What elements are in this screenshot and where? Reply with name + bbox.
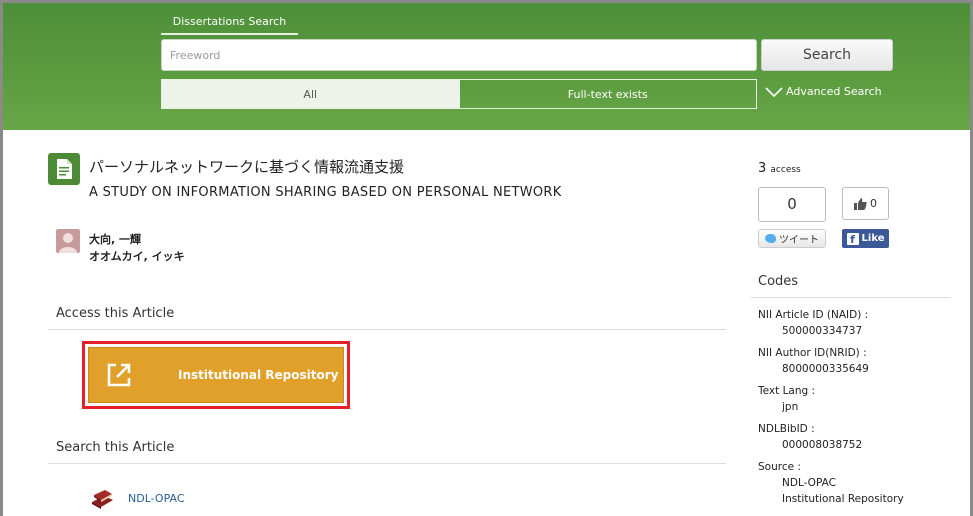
search-section-title: Search this Article bbox=[56, 440, 175, 455]
facebook-icon: f bbox=[846, 232, 859, 246]
article-title-english: A STUDY ON INFORMATION SHARING BASED ON … bbox=[89, 185, 562, 200]
institutional-repository-button[interactable]: Institutional Repository bbox=[88, 347, 344, 403]
code-value-nrid: 8000000335649 bbox=[782, 363, 869, 375]
code-label-source: Source : bbox=[758, 461, 801, 473]
access-unit: access bbox=[770, 165, 801, 175]
external-link-icon bbox=[107, 363, 131, 387]
code-value-naid: 500000334737 bbox=[782, 325, 863, 337]
search-button[interactable]: Search bbox=[761, 39, 893, 71]
twitter-bird-icon bbox=[765, 234, 776, 243]
author-name[interactable]: 大向, 一輝 bbox=[89, 231, 141, 247]
code-label-naid: NII Article ID (NAID) : bbox=[758, 309, 869, 321]
author-avatar-icon bbox=[56, 229, 80, 253]
facebook-like-button[interactable]: f Like bbox=[842, 229, 889, 248]
filter-toggle: All Full-text exists bbox=[161, 79, 757, 109]
author-name-kana: オオムカイ, イッキ bbox=[89, 250, 185, 263]
codes-title: Codes bbox=[758, 274, 799, 289]
divider bbox=[751, 297, 951, 298]
article-title-japanese: パーソナルネットワークに基づく情報流通支援 bbox=[89, 158, 405, 176]
access-section-title: Access this Article bbox=[56, 306, 175, 321]
tweet-button[interactable]: ツイート bbox=[758, 229, 826, 248]
code-label-text-lang: Text Lang : bbox=[758, 385, 816, 397]
search-header: Dissertations Search Search All Full-tex… bbox=[3, 3, 970, 130]
code-label-ndlbibid: NDLBibID : bbox=[758, 423, 815, 435]
page-frame: Dissertations Search Search All Full-tex… bbox=[0, 0, 973, 516]
filter-all[interactable]: All bbox=[162, 80, 459, 108]
books-icon bbox=[89, 486, 115, 510]
like-count-value: 0 bbox=[870, 197, 877, 210]
advanced-search-label: Advanced Search bbox=[786, 85, 882, 98]
advanced-search-link[interactable]: Advanced Search bbox=[765, 85, 882, 98]
chevron-down-icon bbox=[765, 86, 783, 97]
divider bbox=[48, 463, 726, 464]
access-count: 3 access bbox=[758, 161, 801, 176]
repository-button-label: Institutional Repository bbox=[178, 368, 339, 382]
ndl-opac-link[interactable]: NDL-OPAC bbox=[128, 492, 185, 505]
tab-dissertations-search[interactable]: Dissertations Search bbox=[161, 11, 298, 35]
code-value-ndlbibid: 000008038752 bbox=[782, 439, 863, 451]
thumbs-up-icon bbox=[854, 197, 867, 210]
code-value-source-repository: Institutional Repository bbox=[782, 493, 904, 505]
filter-full-text[interactable]: Full-text exists bbox=[458, 80, 757, 108]
code-label-nrid: NII Author ID(NRID) : bbox=[758, 347, 867, 359]
document-icon bbox=[48, 153, 80, 185]
like-label: Like bbox=[861, 233, 885, 244]
code-value-text-lang: jpn bbox=[782, 401, 799, 413]
divider bbox=[48, 329, 726, 330]
search-input[interactable] bbox=[161, 39, 757, 71]
tweet-label: ツイート bbox=[779, 235, 819, 246]
like-count-button[interactable]: 0 bbox=[842, 187, 889, 220]
code-value-source-ndl: NDL-OPAC bbox=[782, 477, 836, 489]
tweet-count: 0 bbox=[758, 187, 826, 222]
access-count-value: 3 bbox=[758, 161, 767, 176]
